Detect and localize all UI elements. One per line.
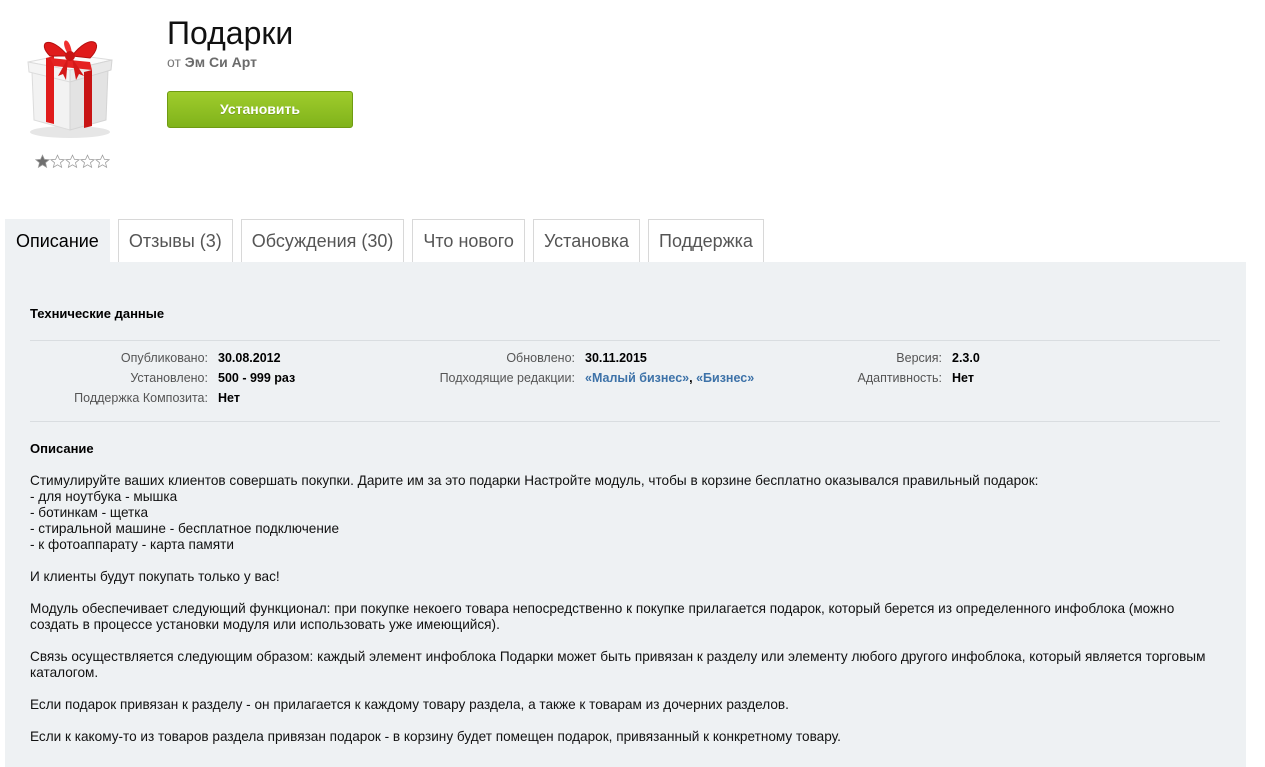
- divider: [30, 421, 1220, 422]
- star-filled-icon: [35, 154, 50, 169]
- composite-value: Нет: [218, 391, 240, 405]
- vendor-prefix: от: [167, 54, 181, 70]
- gift-box-icon: [10, 14, 138, 142]
- content-panel: Технические данные Опубликовано: 30.08.20…: [5, 262, 1246, 767]
- tab-reviews[interactable]: Отзывы (3): [117, 219, 233, 262]
- updated-row: Обновлено: 30.11.2015: [395, 348, 647, 368]
- description-line: - для ноутбука - мышка: [30, 489, 178, 504]
- adaptive-label: Адаптивность:: [857, 371, 942, 385]
- composite-label: Поддержка Композита:: [74, 391, 208, 405]
- description-line: - к фотоаппарату - карта памяти: [30, 537, 234, 552]
- description-paragraph: И клиенты будут покупать только у вас!: [30, 569, 280, 584]
- installed-row: Установлено: 500 - 999 раз: [30, 368, 295, 388]
- description-paragraph: Если подарок привязан к разделу - он при…: [30, 697, 789, 712]
- adaptive-row: Адаптивность: Нет: [765, 368, 974, 388]
- published-label: Опубликовано:: [120, 351, 208, 365]
- description-line: Стимулируйте ваших клиентов совершать по…: [30, 473, 1039, 488]
- published-value: 30.08.2012: [218, 351, 281, 365]
- install-button[interactable]: Установить: [167, 91, 353, 128]
- version-row: Версия: 2.3.0: [765, 348, 980, 368]
- tabs-bar: Описание Отзывы (3) Обсуждения (30) Что …: [5, 219, 772, 262]
- description-body: Стимулируйте ваших клиентов совершать по…: [30, 473, 1220, 761]
- page-title: Подарки: [167, 15, 294, 51]
- vendor-line: от Эм Си Арт: [167, 53, 257, 71]
- edition-business-link[interactable]: «Бизнес»: [696, 371, 754, 385]
- tab-description[interactable]: Описание: [5, 219, 110, 262]
- tab-support[interactable]: Поддержка: [648, 219, 764, 262]
- editions-label: Подходящие редакции:: [439, 371, 575, 385]
- description-line: - стиральной машине - бесплатное подключ…: [30, 521, 340, 536]
- star-empty-icon: [95, 154, 110, 169]
- tab-whats-new[interactable]: Что нового: [412, 219, 525, 262]
- editions-row: Подходящие редакции: «Малый бизнес», «Биз…: [395, 368, 755, 388]
- version-label: Версия:: [896, 351, 942, 365]
- description-line: - ботинкам - щетка: [30, 505, 149, 520]
- star-empty-icon: [65, 154, 80, 169]
- published-row: Опубликовано: 30.08.2012: [30, 348, 281, 368]
- updated-label: Обновлено:: [506, 351, 575, 365]
- description-paragraph: Стимулируйте ваших клиентов совершать по…: [30, 473, 1220, 553]
- updated-value: 30.11.2015: [585, 351, 647, 365]
- tab-installation[interactable]: Установка: [532, 219, 641, 262]
- adaptive-value: Нет: [952, 371, 974, 385]
- edition-separator: ,: [689, 371, 693, 385]
- installed-value: 500 - 999 раз: [218, 371, 296, 385]
- version-value: 2.3.0: [952, 351, 980, 365]
- tech-heading: Технические данные: [30, 306, 165, 321]
- description-paragraph: Если к какому-то из товаров раздела прив…: [30, 729, 841, 744]
- star-empty-icon: [80, 154, 95, 169]
- vendor-name[interactable]: Эм Си Арт: [185, 54, 257, 70]
- tab-discussions[interactable]: Обсуждения (30): [240, 219, 405, 262]
- edition-small-business-link[interactable]: «Малый бизнес»: [585, 371, 689, 385]
- rating-stars: [35, 154, 110, 169]
- star-empty-icon: [50, 154, 65, 169]
- description-paragraph: Модуль обеспечивает следующий функционал…: [30, 601, 1175, 632]
- description-heading: Описание: [30, 441, 94, 456]
- installed-label: Установлено:: [130, 371, 208, 385]
- description-paragraph: Связь осуществляется следующим образом: …: [30, 649, 1206, 680]
- composite-row: Поддержка Композита: Нет: [30, 388, 240, 408]
- divider: [30, 340, 1220, 341]
